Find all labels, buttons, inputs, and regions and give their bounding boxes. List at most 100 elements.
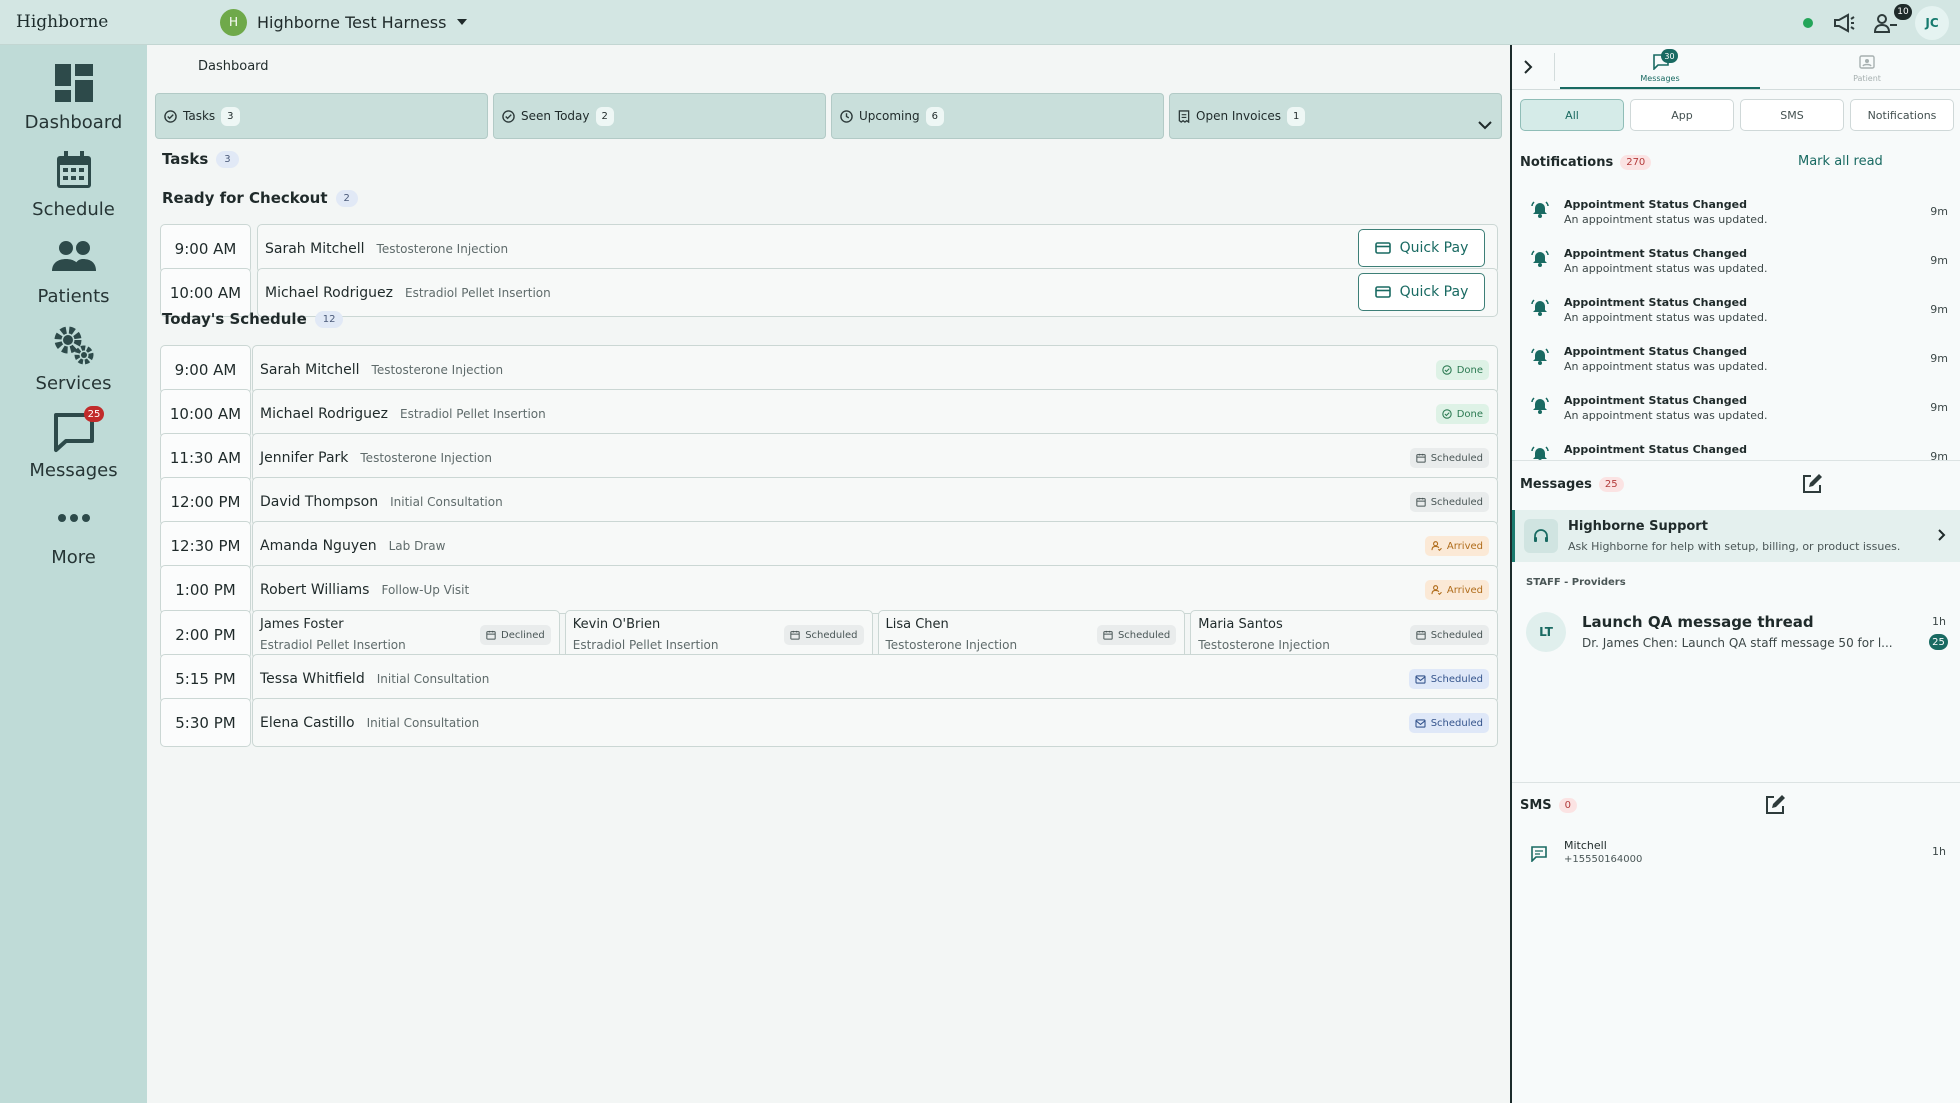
messages-heading: Messages 25 bbox=[1520, 477, 1624, 492]
kpi-label: Seen Today bbox=[521, 109, 590, 123]
notification-item[interactable]: Appointment Status ChangedAn appointment… bbox=[1512, 190, 1960, 239]
sidebar: Dashboard Schedule Patients Services 25 … bbox=[0, 45, 147, 1103]
sidebar-item-messages[interactable]: 25 Messages bbox=[0, 403, 147, 483]
patient-card-icon bbox=[1858, 53, 1876, 70]
kpi-seen-today[interactable]: Seen Today 2 bbox=[493, 93, 826, 139]
status-label: Arrived bbox=[1446, 540, 1483, 552]
chevron-down-icon[interactable] bbox=[1478, 121, 1492, 130]
sidebar-item-services[interactable]: Services bbox=[0, 316, 147, 396]
notification-item[interactable]: Appointment Status ChangedAn appointment… bbox=[1512, 435, 1960, 460]
quick-pay-label: Quick Pay bbox=[1399, 240, 1469, 256]
divider bbox=[1554, 53, 1555, 81]
checkout-row: 10:00 AM Michael Rodriguez Estradiol Pell… bbox=[160, 268, 1498, 317]
notification-item[interactable]: Appointment Status ChangedAn appointment… bbox=[1512, 288, 1960, 337]
notification-item[interactable]: Appointment Status ChangedAn appointment… bbox=[1512, 337, 1960, 386]
check-circle-icon bbox=[502, 109, 515, 123]
compose-sms-button[interactable] bbox=[1764, 794, 1786, 816]
collapse-panel-button[interactable] bbox=[1522, 59, 1534, 75]
status-label: Done bbox=[1456, 364, 1483, 376]
filter-sms[interactable]: SMS bbox=[1740, 99, 1844, 131]
headset-icon bbox=[1524, 519, 1558, 553]
checkout-appointment[interactable]: Sarah Mitchell Testosterone Injection Qui… bbox=[257, 224, 1498, 273]
schedule-heading: Today's Schedule 12 bbox=[162, 310, 344, 328]
sms-conversation[interactable]: Mitchell +15550164000 1h bbox=[1512, 833, 1960, 881]
notifications-heading: Notifications 270 bbox=[1520, 155, 1652, 170]
appointment-time: 1:00 PM bbox=[160, 565, 251, 614]
kpi-open-invoices[interactable]: Open Invoices 1 bbox=[1169, 93, 1502, 139]
message-thread[interactable]: LT Launch QA message thread Dr. James Ch… bbox=[1512, 602, 1960, 664]
sms-time: 1h bbox=[1932, 845, 1946, 858]
kpi-label: Tasks bbox=[183, 109, 216, 123]
quick-pay-button[interactable]: Quick Pay bbox=[1358, 229, 1485, 267]
appointment-card[interactable]: Kevin O'Brien Estradiol Pellet Insertion S… bbox=[564, 610, 873, 659]
kpi-upcoming[interactable]: Upcoming 6 bbox=[831, 93, 1164, 139]
sidebar-item-label: Patients bbox=[37, 286, 110, 307]
patient-name: Maria Santos bbox=[1198, 617, 1283, 632]
staff-button[interactable]: 10 bbox=[1873, 0, 1912, 45]
support-thread[interactable]: Highborne Support Ask Highborne for help… bbox=[1512, 510, 1960, 562]
check-circle-icon bbox=[1441, 409, 1452, 419]
appointment-card[interactable]: Jennifer Park Testosterone Injection Sched… bbox=[252, 433, 1498, 482]
mark-all-read-link[interactable]: Mark all read bbox=[1798, 154, 1883, 169]
sidebar-item-label: More bbox=[51, 547, 96, 568]
quick-pay-label: Quick Pay bbox=[1399, 284, 1469, 300]
check-circle-icon bbox=[164, 109, 177, 123]
sidebar-item-label: Messages bbox=[29, 460, 118, 481]
status-label: Done bbox=[1456, 408, 1483, 420]
user-menu[interactable]: JC bbox=[1915, 0, 1949, 45]
appointment-time: 2:00 PM bbox=[160, 610, 251, 659]
appointment-card[interactable]: David Thompson Initial Consultation Schedu… bbox=[252, 477, 1498, 526]
person-arrived-icon bbox=[1431, 541, 1442, 551]
org-switcher[interactable]: H Highborne Test Harness bbox=[220, 8, 468, 36]
notification-list: Appointment Status Changed An appointment… bbox=[1512, 190, 1960, 460]
sidebar-item-schedule[interactable]: Schedule bbox=[0, 142, 147, 222]
brand-logo[interactable]: Highborne bbox=[16, 12, 108, 32]
checkout-heading: Ready for Checkout 2 bbox=[162, 189, 358, 207]
appointment-card[interactable]: Michael Rodriguez Estradiol Pellet Insert… bbox=[252, 389, 1498, 438]
kpi-count: 2 bbox=[595, 106, 614, 126]
appointment-card[interactable]: Lisa Chen Testosterone Injection Scheduled bbox=[877, 610, 1186, 659]
appointment-card[interactable]: Sarah Mitchell Testosterone Injection Done bbox=[252, 345, 1498, 394]
megaphone-icon[interactable] bbox=[1832, 0, 1856, 45]
notification-time: 9m bbox=[1930, 205, 1948, 218]
status-badge: Done bbox=[1435, 404, 1489, 424]
appointment-card[interactable]: Maria Santos Testosterone Injection Schedu… bbox=[1190, 610, 1498, 659]
sms-phone: +15550164000 bbox=[1564, 854, 1643, 865]
patient-name: Sarah Mitchell bbox=[260, 362, 360, 378]
filter-app[interactable]: App bbox=[1630, 99, 1734, 131]
appointment-card[interactable]: Robert Williams Follow-Up Visit Arrived bbox=[252, 565, 1498, 614]
notification-title: Appointment Status Changed bbox=[1564, 394, 1747, 407]
notification-title: Appointment Status Changed bbox=[1564, 247, 1747, 260]
messages-tab-badge: 30 bbox=[1661, 49, 1678, 63]
filter-all[interactable]: All bbox=[1520, 99, 1624, 131]
patient-name: James Foster bbox=[260, 617, 344, 632]
sidebar-item-more[interactable]: More bbox=[0, 490, 147, 570]
status-badge: Arrived bbox=[1424, 580, 1489, 600]
notification-time: 9m bbox=[1930, 401, 1948, 414]
tab-messages[interactable]: 30 Messages bbox=[1560, 45, 1760, 89]
caret-down-icon bbox=[456, 18, 468, 26]
quick-pay-button[interactable]: Quick Pay bbox=[1358, 273, 1485, 311]
checkout-appointment[interactable]: Michael Rodriguez Estradiol Pellet Insert… bbox=[257, 268, 1498, 317]
sidebar-item-patients[interactable]: Patients bbox=[0, 229, 147, 309]
notification-item[interactable]: Appointment Status ChangedAn appointment… bbox=[1512, 386, 1960, 435]
notification-item[interactable]: Appointment Status Changed An appointment… bbox=[1512, 239, 1960, 288]
appointment-card[interactable]: Elena Castillo Initial Consultation Schedu… bbox=[252, 698, 1498, 747]
envelope-icon bbox=[1415, 718, 1426, 728]
tab-patient[interactable]: Patient bbox=[1772, 45, 1960, 89]
filter-notifications[interactable]: Notifications bbox=[1850, 99, 1954, 131]
credit-card-icon bbox=[1374, 286, 1391, 298]
user-avatar: JC bbox=[1915, 5, 1949, 40]
service-name: Testosterone Injection bbox=[376, 242, 509, 256]
chevron-right-icon bbox=[1937, 528, 1946, 542]
notification-title: Appointment Status Changed bbox=[1564, 198, 1747, 211]
sidebar-item-dashboard[interactable]: Dashboard bbox=[0, 55, 147, 135]
patient-name: Michael Rodriguez bbox=[265, 285, 393, 301]
appointment-card[interactable]: James Foster Estradiol Pellet Insertion De… bbox=[252, 610, 560, 659]
kpi-tasks[interactable]: Tasks 3 bbox=[155, 93, 488, 139]
top-bar: Highborne H Highborne Test Harness 10 JC bbox=[0, 0, 1960, 45]
appointment-card[interactable]: Tessa Whitfield Initial Consultation Sched… bbox=[252, 654, 1498, 703]
compose-message-button[interactable] bbox=[1801, 473, 1823, 495]
appointment-card[interactable]: Amanda Nguyen Lab Draw Arrived bbox=[252, 521, 1498, 570]
notification-body: An appointment status was updated. bbox=[1564, 262, 1768, 275]
